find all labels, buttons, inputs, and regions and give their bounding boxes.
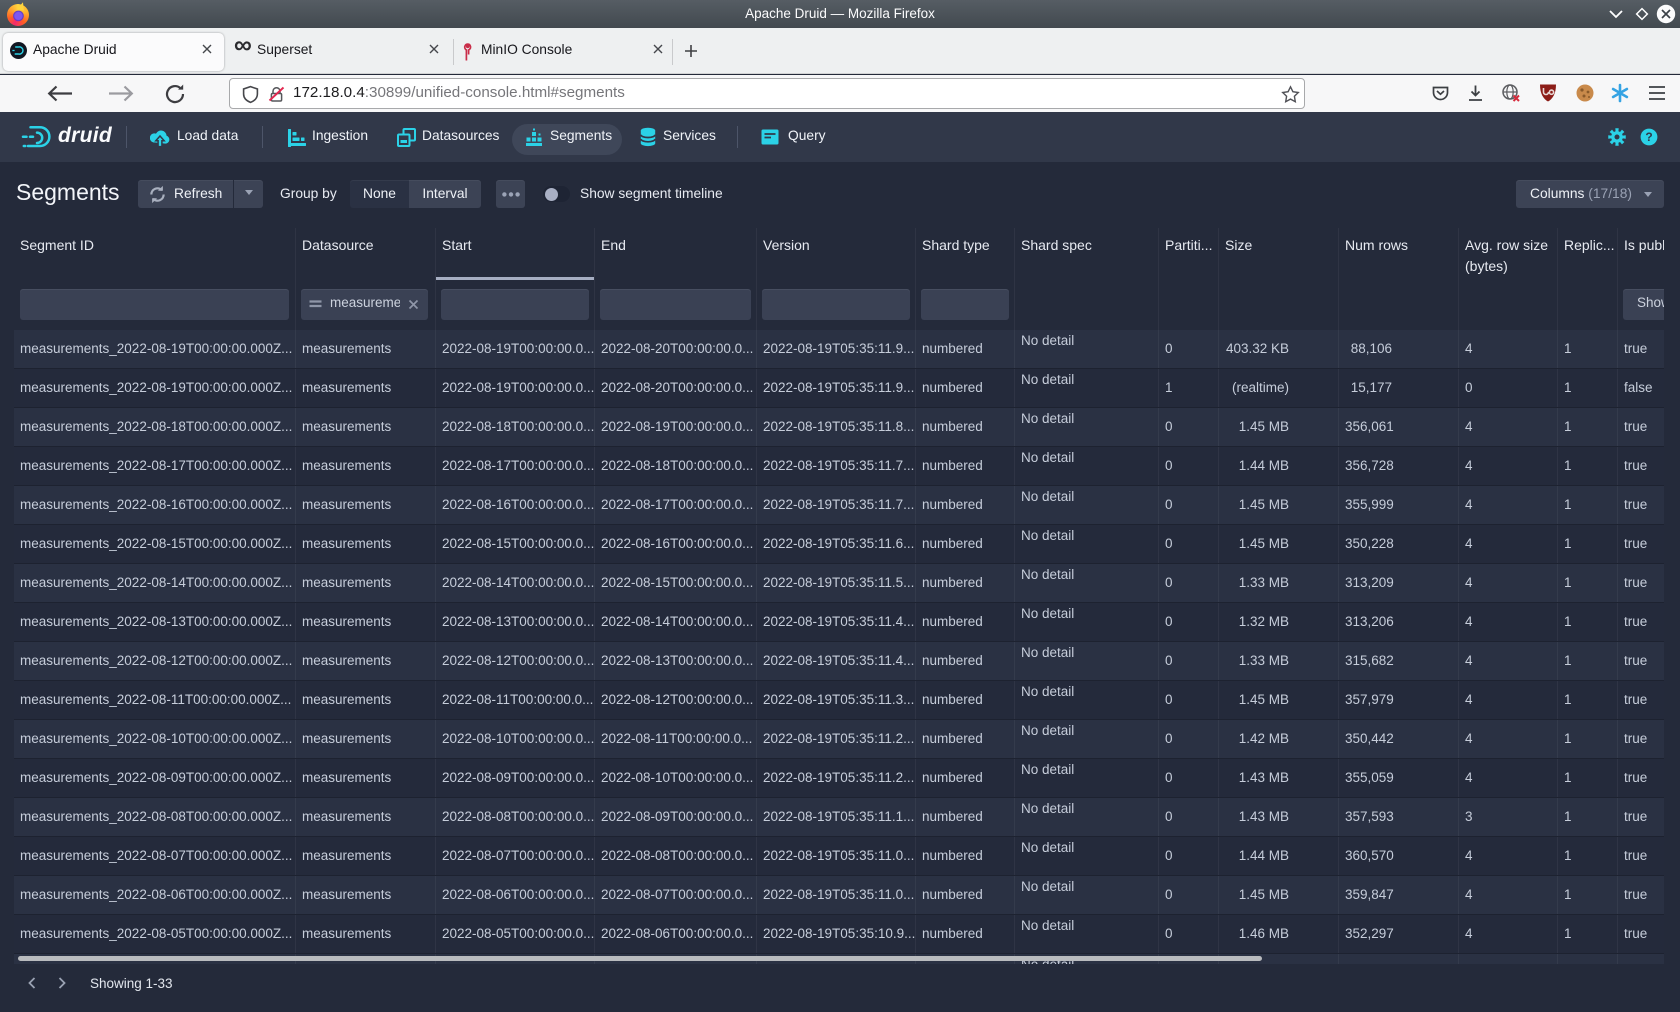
svg-text:?: ? [1645,130,1652,144]
